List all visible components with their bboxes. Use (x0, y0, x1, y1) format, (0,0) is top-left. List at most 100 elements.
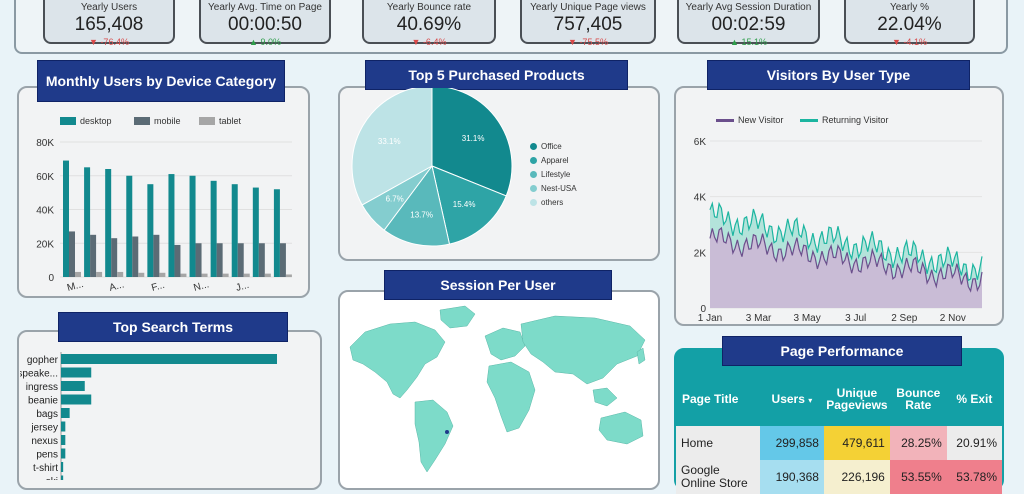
legend-label: Nest-USA (541, 184, 577, 193)
kpi-delta: ▼ -76.4% (89, 37, 129, 47)
search-term-label: t-shirt (33, 463, 58, 474)
cell-exit: 53.78% (946, 460, 1002, 494)
cell-bounce-rate: 53.55% (889, 460, 947, 494)
search-chart-title: Top Search Terms (58, 312, 288, 342)
table-row[interactable]: Google Online Store 190,368 226,196 53.5… (676, 460, 1002, 494)
search-term-label: pens (36, 450, 58, 461)
sort-desc-icon[interactable]: ▾ (808, 396, 812, 405)
y-tick-label: 4K (694, 193, 707, 204)
search-term-label: ingress (26, 382, 58, 393)
x-tick-label: 2 Sep (891, 313, 918, 324)
kpi-label: Yearly Unique Page views (530, 2, 646, 13)
x-tick-label: 3 Jul (845, 313, 866, 324)
search-term-bar (61, 354, 277, 364)
visitors-chart-title: Visitors By User Type (707, 60, 970, 90)
kpi-label: Yearly Avg. Time on Page (208, 2, 322, 13)
search-term-bar (61, 475, 64, 480)
bar-mobile (174, 244, 181, 277)
cell-exit: 20.91% (946, 426, 1002, 460)
legend-label: Lifestyle (541, 170, 571, 179)
legend-label: New Visitor (738, 115, 784, 125)
kpi-value: 165,408 (74, 14, 144, 35)
header-page-title[interactable]: Page Title (676, 372, 760, 426)
x-tick-label: 2 Nov (940, 313, 966, 324)
map-region-asia (520, 315, 646, 385)
x-tick-label: 3 Mar (746, 313, 772, 324)
kpi-card: Yearly Avg Session Duration 00:02:59 ▲ 15.… (677, 0, 820, 47)
products-pie-chart: 31.1% 15.4% 13.7% 6.7% 33.1% (351, 88, 513, 247)
legend-dot (530, 171, 537, 178)
bar-tablet (285, 274, 292, 277)
world-map[interactable] (345, 302, 657, 477)
legend-dot (530, 185, 537, 192)
search-term-label: nexus (31, 436, 58, 447)
y-tick-label: 80K (36, 138, 54, 149)
map-highlight-marker (445, 430, 449, 434)
legend-item-returning-visitor: Returning Visitor (800, 115, 888, 125)
legend-label: Apparel (541, 156, 569, 165)
legend-item-others: others (530, 198, 563, 207)
search-term-bar (61, 448, 66, 459)
x-tick-label: A... (108, 279, 125, 294)
bar-tablet (75, 271, 81, 277)
bar-desktop (63, 160, 69, 277)
bar-mobile (216, 243, 223, 277)
bar-desktop (168, 174, 175, 277)
products-chart-title: Top 5 Purchased Products (365, 60, 628, 90)
header-users-label: Users (771, 392, 805, 406)
legend-dot (530, 157, 537, 164)
y-tick-label: 0 (48, 273, 54, 284)
session-map-title: Session Per User (384, 270, 612, 300)
legend-label: others (541, 198, 564, 207)
bar-mobile (132, 236, 139, 277)
y-tick-label: 20K (36, 239, 54, 250)
map-region-north-america (349, 321, 446, 399)
legend-item-desktop: desktop (60, 116, 112, 126)
device-bar-chart: 80K 60K 40K 20K 0 M... A... F... N... J... (36, 138, 292, 294)
cell-bounce-rate: 28.25% (889, 426, 947, 460)
legend-dot (530, 199, 537, 206)
legend-swatch (199, 117, 215, 125)
map-region-europe (484, 327, 526, 361)
header-users[interactable]: Users ▾ (759, 372, 824, 426)
search-bar-chart: gopher speake... ingress beanie bags jersey ne… (20, 352, 277, 480)
bar-desktop (105, 169, 112, 277)
x-tick-label: N... (192, 279, 210, 294)
search-term-bar (61, 381, 85, 391)
map-region-greenland (439, 305, 476, 329)
header-unique-pageviews[interactable]: Unique Pageviews (823, 372, 890, 426)
kpi-card: Yearly Avg. Time on Page 00:00:50 ▲ 9.0% (199, 0, 331, 47)
x-tick-label: F... (150, 280, 166, 294)
search-term-bar (61, 394, 92, 405)
device-chart-title: Monthly Users by Device Category (37, 60, 285, 102)
x-tick-label: M... (66, 279, 85, 294)
legend-line (716, 118, 734, 122)
bar-tablet (180, 273, 187, 277)
y-tick-label: 6K (694, 137, 707, 148)
legend-swatch (60, 117, 76, 125)
header-exit[interactable]: % Exit (946, 372, 1002, 426)
kpi-delta: ▲ 9.0% (249, 37, 281, 47)
bar-desktop (231, 184, 238, 277)
table-row[interactable]: Home 299,858 479,611 28.25% 20.91% (676, 426, 1002, 460)
pie-slice-label: 15.4% (453, 200, 476, 209)
cell-page-title: Google Online Store (676, 460, 760, 494)
map-region-south-america (414, 399, 454, 473)
kpi-card: Yearly Unique Page views 757,405 ▼ -75.5% (520, 0, 656, 47)
kpi-label: Yearly Users (80, 2, 138, 13)
kpi-card: Yearly % 22.04% ▼ -4.1% (844, 0, 975, 47)
header-bounce-rate[interactable]: Bounce Rate (889, 372, 947, 426)
legend-item-Nest-USA: Nest-USA (530, 184, 577, 193)
page-performance-table: Page Title Users ▾ Unique Pageviews Boun… (676, 372, 1002, 494)
legend-swatch (134, 117, 150, 125)
kpi-value: 00:00:50 (228, 14, 302, 35)
legend-label: mobile (154, 116, 181, 126)
kpi-value: 22.04% (877, 14, 942, 35)
bar-tablet (222, 273, 229, 277)
search-term-bar (61, 408, 70, 418)
x-tick-label: J... (235, 280, 251, 294)
kpi-card: Yearly Users 165,408 ▼ -76.4% (43, 0, 175, 47)
y-tick-label: 2K (694, 248, 707, 259)
kpi-value: 40.69% (396, 14, 462, 35)
y-tick-label: 40K (36, 206, 54, 217)
